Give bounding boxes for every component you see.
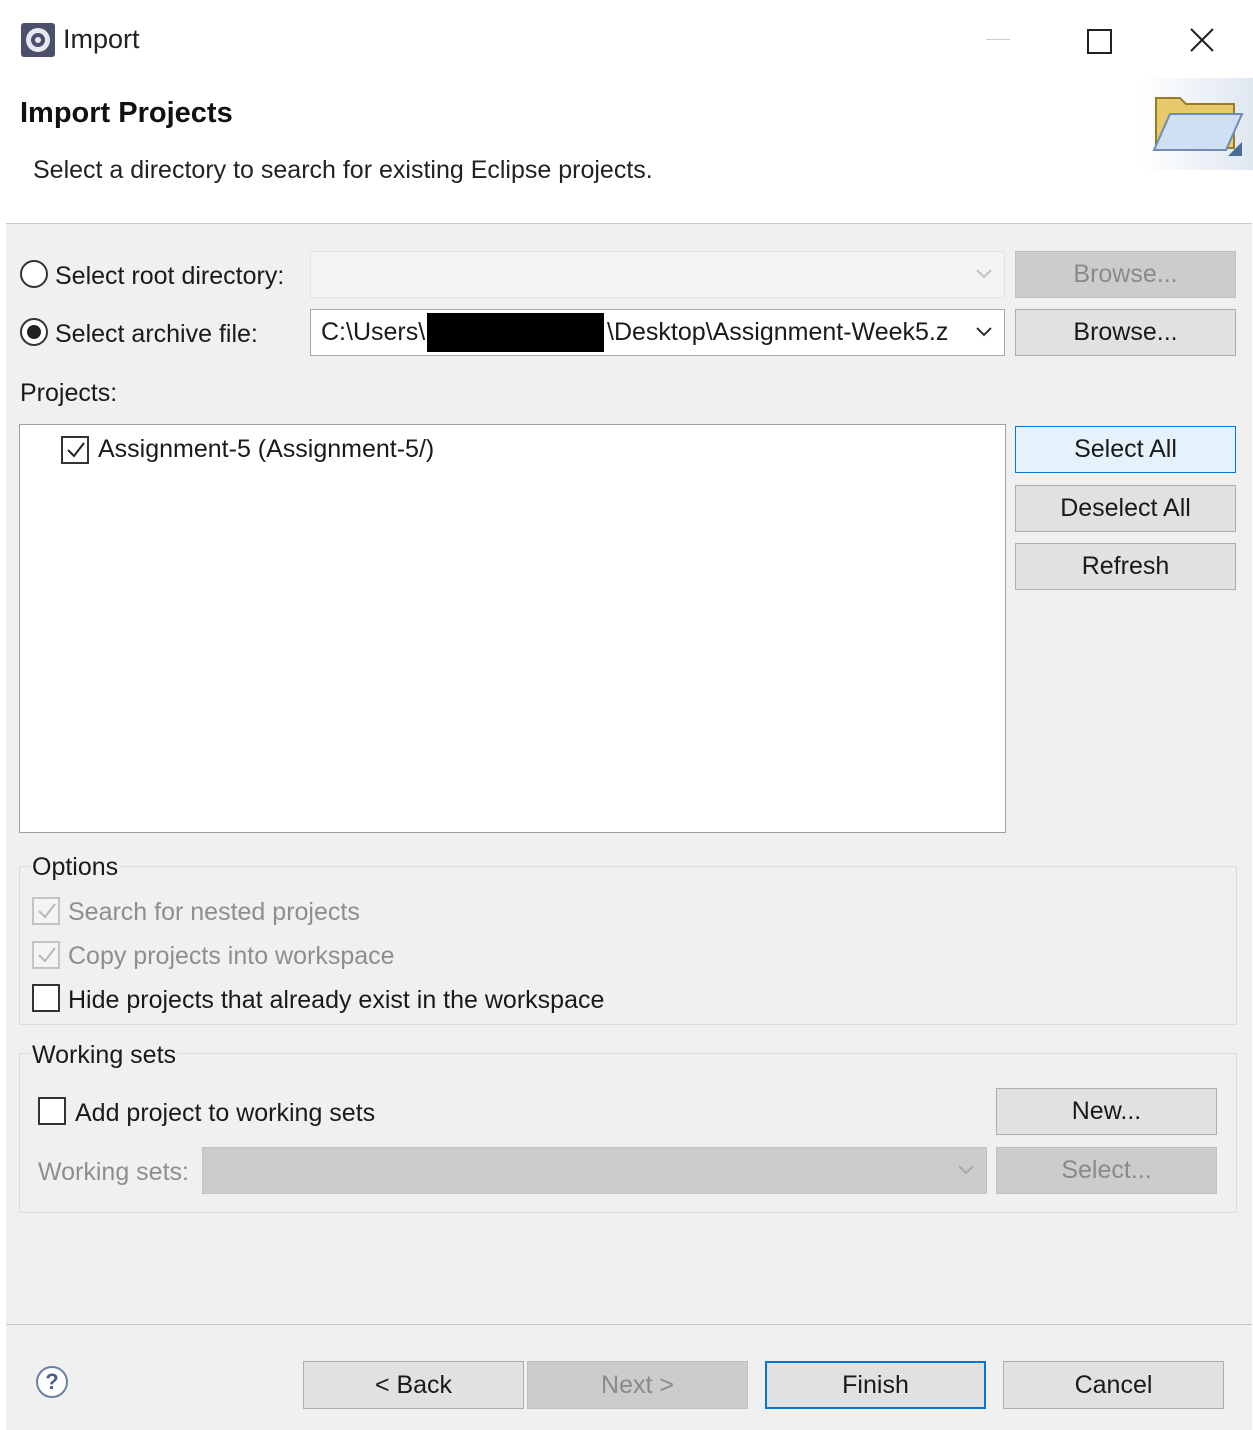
project-checkbox[interactable] (61, 436, 89, 464)
select-working-set-label: Select... (1061, 1156, 1152, 1184)
root-browse-button[interactable]: Browse... (1015, 251, 1236, 298)
archive-file-radio[interactable] (20, 318, 48, 346)
title-bar (0, 0, 1253, 80)
working-sets-combo[interactable] (202, 1147, 987, 1194)
chevron-down-icon (976, 269, 992, 279)
archive-file-label: Select archive file: (55, 320, 258, 348)
copy-into-workspace-checkbox[interactable] (32, 941, 60, 969)
page-title: Import Projects (20, 97, 233, 129)
redaction-box (427, 313, 604, 352)
checkmark-icon (67, 442, 85, 458)
back-label: < Back (374, 1371, 453, 1399)
archive-browse-button[interactable]: Browse... (1015, 309, 1236, 356)
select-all-button[interactable]: Select All (1015, 426, 1236, 473)
finish-label: Finish (842, 1371, 909, 1399)
deselect-all-button[interactable]: Deselect All (1015, 485, 1236, 532)
archive-file-value-prefix: C:\Users\ (321, 318, 426, 346)
select-working-set-button[interactable]: Select... (996, 1147, 1217, 1194)
finish-button[interactable]: Finish (765, 1361, 986, 1409)
next-label: Next > (601, 1371, 674, 1399)
copy-into-workspace-label: Copy projects into workspace (68, 942, 395, 970)
add-to-working-sets-checkbox[interactable] (38, 1097, 66, 1125)
cancel-button[interactable]: Cancel (1003, 1361, 1224, 1409)
root-directory-label: Select root directory: (55, 262, 285, 290)
eclipse-gear-icon (20, 22, 56, 58)
deselect-all-label: Deselect All (1060, 494, 1191, 522)
new-working-set-label: New... (1071, 1097, 1142, 1125)
checkmark-icon (38, 947, 56, 963)
root-browse-label: Browse... (1073, 260, 1178, 288)
new-working-set-button[interactable]: New... (996, 1088, 1217, 1135)
project-item-label: Assignment-5 (Assignment-5/) (98, 435, 435, 463)
select-all-label: Select All (1074, 435, 1177, 463)
window-title: Import (63, 24, 140, 54)
back-button[interactable]: < Back (303, 1361, 524, 1409)
checkmark-icon (38, 903, 56, 919)
help-icon[interactable]: ? (36, 1366, 68, 1398)
chevron-down-icon (958, 1165, 974, 1175)
archive-browse-label: Browse... (1073, 318, 1178, 346)
projects-list[interactable]: Assignment-5 (Assignment-5/) (19, 424, 1006, 833)
refresh-button[interactable]: Refresh (1015, 543, 1236, 590)
open-folder-icon (1150, 84, 1246, 162)
root-directory-radio[interactable] (20, 260, 48, 288)
close-icon (1190, 28, 1214, 52)
next-button[interactable]: Next > (527, 1361, 748, 1409)
working-sets-label: Working sets: (38, 1158, 189, 1186)
archive-file-combo[interactable]: C:\Users\ \Desktop\Assignment-Week5.z (310, 309, 1005, 356)
refresh-label: Refresh (1081, 552, 1170, 580)
hide-existing-label: Hide projects that already exist in the … (68, 986, 605, 1014)
projects-label: Projects: (20, 379, 118, 407)
close-button[interactable] (1182, 20, 1222, 60)
root-directory-combo[interactable] (310, 251, 1005, 298)
search-nested-label: Search for nested projects (68, 898, 360, 926)
maximize-button[interactable] (1078, 20, 1118, 60)
add-to-working-sets-label: Add project to working sets (75, 1099, 376, 1127)
working-sets-group-title: Working sets (30, 1041, 179, 1070)
page-description: Select a directory to search for existin… (33, 156, 653, 184)
search-nested-checkbox[interactable] (32, 897, 60, 925)
cancel-label: Cancel (1074, 1371, 1153, 1399)
hide-existing-checkbox[interactable] (32, 984, 60, 1012)
minimize-button[interactable] (978, 20, 1018, 60)
chevron-down-icon (976, 327, 992, 337)
archive-file-value-suffix: \Desktop\Assignment-Week5.z (607, 318, 949, 346)
options-group-title: Options (30, 853, 121, 882)
